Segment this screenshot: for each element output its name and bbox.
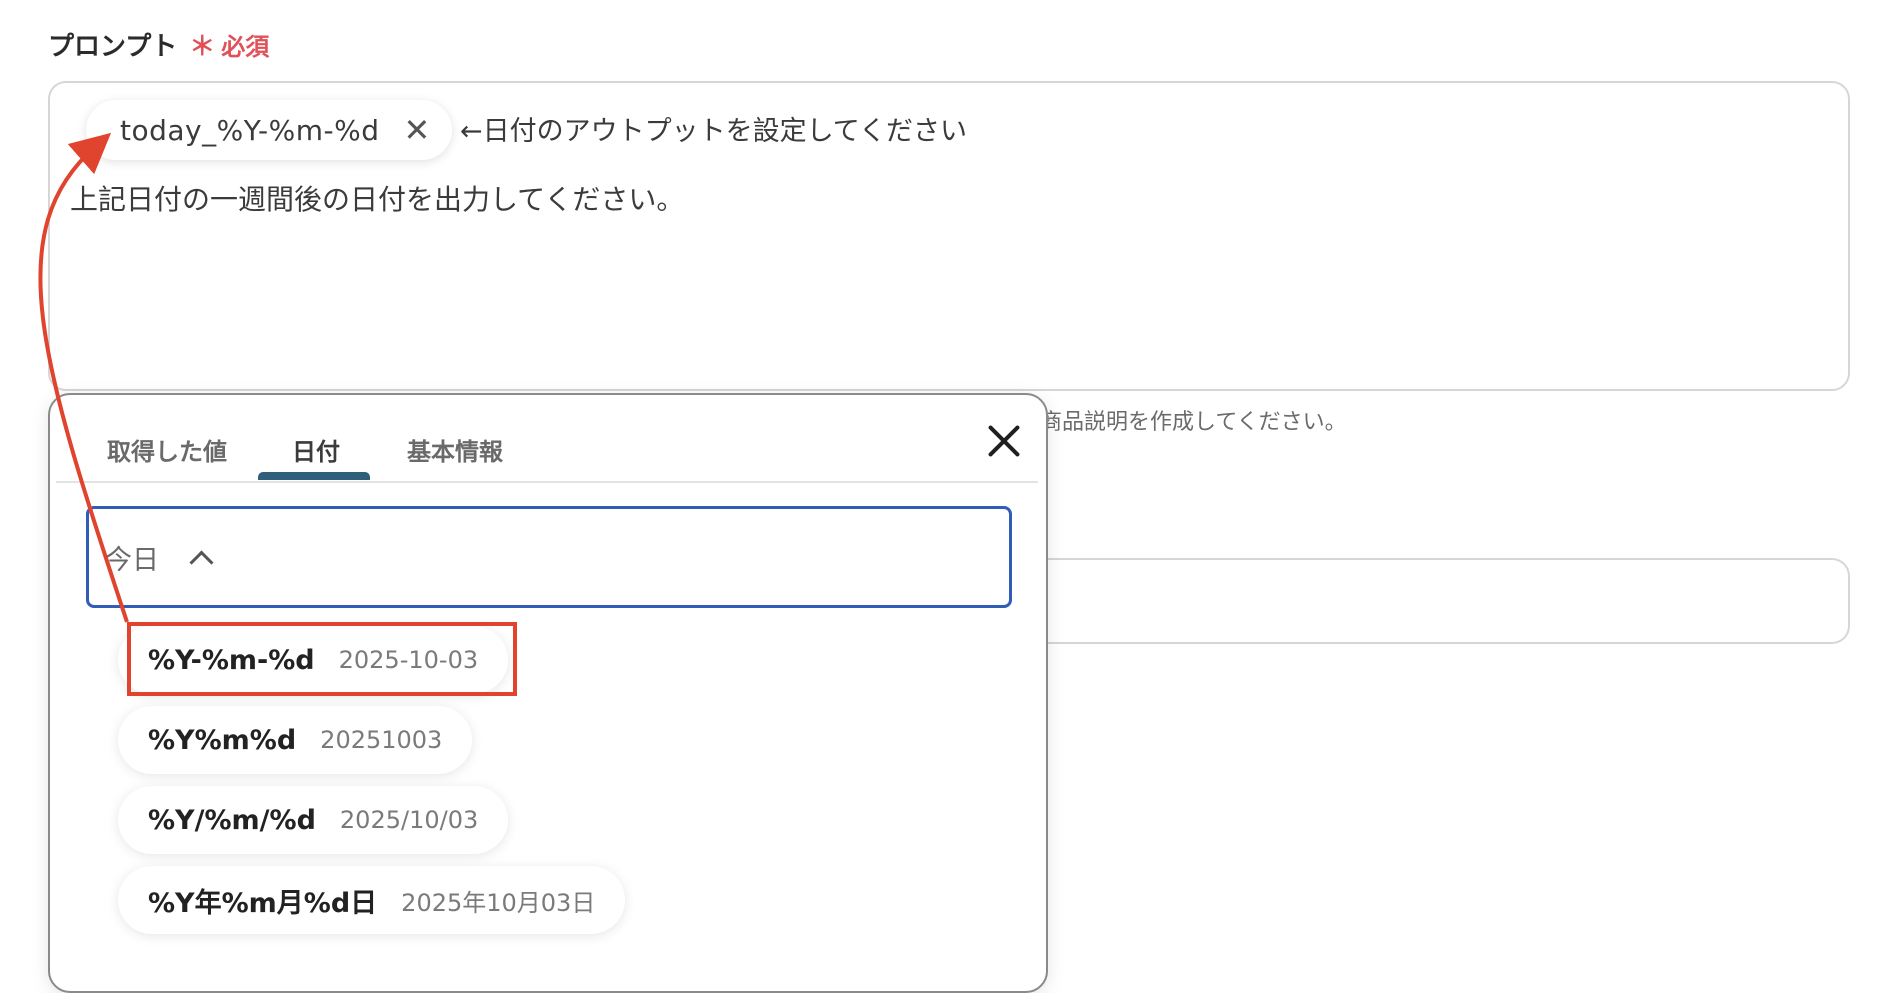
prompt-note-text: ←日付のアウトプットを設定してください xyxy=(460,116,968,147)
date-format-option[interactable]: %Y/%m/%d 2025/10/03 xyxy=(118,786,509,854)
required-text: 必須 xyxy=(221,33,270,61)
select-value: 今日 xyxy=(105,544,159,576)
variable-chip-label: today_%Y-%m-%d xyxy=(120,113,380,147)
option-format: %Y%m%d xyxy=(148,724,297,756)
option-example: 2025年10月03日 xyxy=(401,888,596,917)
field-hint: 商品説明を作成してください。 xyxy=(1040,410,1347,435)
prompt-field-label-row: プロンプト ＊ 必須 xyxy=(48,26,269,63)
option-example: 20251003 xyxy=(320,726,443,754)
tab-date[interactable]: 日付 xyxy=(292,432,340,467)
prompt-body-text: 上記日付の一週間後の日付を出力してください。 xyxy=(70,183,685,216)
variable-chip[interactable]: today_%Y-%m-%d ✕ xyxy=(86,100,453,160)
required-asterisk: ＊ xyxy=(189,32,216,62)
annotation-highlight-box xyxy=(127,622,517,696)
option-format: %Y年%m月%d日 xyxy=(148,887,378,919)
tabs-divider xyxy=(56,481,1038,483)
date-format-option[interactable]: %Y年%m月%d日 2025年10月03日 xyxy=(118,866,626,934)
prompt-label: プロンプト xyxy=(48,32,178,62)
close-icon[interactable]: ✕ xyxy=(403,114,430,146)
close-icon[interactable] xyxy=(984,420,1024,460)
tab-basic-info[interactable]: 基本情報 xyxy=(407,432,503,467)
tab-retrieved-values[interactable]: 取得した値 xyxy=(107,432,227,467)
date-format-option[interactable]: %Y%m%d 20251003 xyxy=(118,706,473,774)
option-format: %Y/%m/%d xyxy=(148,804,316,836)
active-tab-indicator xyxy=(258,472,370,480)
option-example: 2025/10/03 xyxy=(339,806,479,834)
chevron-up-icon xyxy=(189,549,214,575)
secondary-input[interactable] xyxy=(1040,558,1850,644)
date-source-select[interactable]: 今日 xyxy=(86,506,1012,608)
